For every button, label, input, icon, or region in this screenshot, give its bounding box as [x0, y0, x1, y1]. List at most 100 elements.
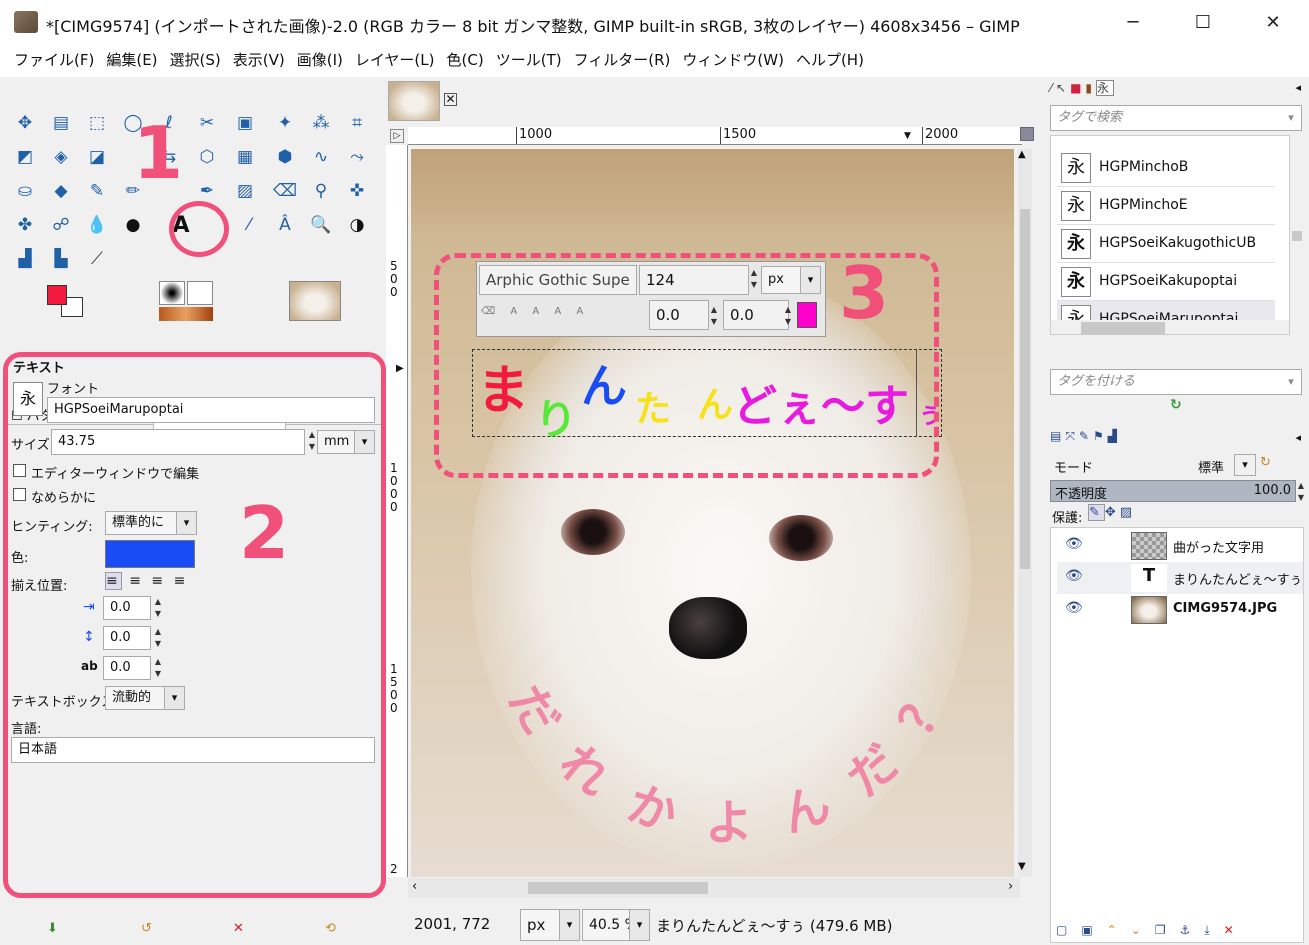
visibility-eye-icon[interactable]: 👁 — [1065, 536, 1083, 552]
save-preset-icon[interactable]: ⬇ — [47, 921, 58, 936]
layer-row[interactable]: 👁 CIMG9574.JPG — [1057, 594, 1303, 626]
reset-options-icon[interactable]: ⟲ — [325, 921, 336, 936]
gradient-tab-icon[interactable]: ▮ — [1085, 81, 1096, 95]
raise-layer-icon[interactable]: ⌃ — [1107, 923, 1131, 937]
layers-dock-tabs[interactable]: ▤⤧✎⚑▟ — [1050, 429, 1121, 444]
menu-file[interactable]: ファイル(F) — [8, 44, 100, 77]
font-list-hscrollbar[interactable] — [1051, 320, 1289, 334]
font-row[interactable]: 永 HGPMinchoB — [1057, 149, 1275, 187]
path-icon[interactable]: ⤳ — [343, 143, 371, 171]
restore-preset-icon[interactable]: ↺ — [141, 921, 152, 936]
3d-transform-icon[interactable]: ⬡ — [193, 143, 221, 171]
fonts-tab-icon[interactable]: 永 — [1096, 80, 1115, 96]
refresh-fonts-icon[interactable]: ↻ — [1170, 397, 1182, 413]
zoom-select[interactable]: 40.5 % ▾ — [582, 909, 650, 941]
heal-icon[interactable]: ▨ — [231, 177, 259, 205]
bucket-fill-icon[interactable]: ⛀ — [11, 177, 39, 205]
vertical-scroll-thumb[interactable] — [1020, 209, 1030, 569]
horizontal-scroll-thumb[interactable] — [528, 882, 708, 894]
zoom-icon[interactable]: 🔍 — [307, 211, 335, 239]
font-row[interactable]: 永 HGPMinchoE — [1057, 187, 1275, 225]
crop-icon[interactable]: ⌗ — [343, 109, 371, 137]
lock-buttons[interactable]: ✎✥▨ — [1088, 504, 1136, 521]
font-tag-assign[interactable]: タグを付ける ▾ — [1050, 369, 1302, 395]
menu-image[interactable]: 画像(I) — [291, 44, 349, 77]
new-layer-icon[interactable]: ▢ — [1056, 923, 1081, 937]
font-list-vscroll-thumb[interactable] — [1292, 231, 1302, 241]
minimize-button[interactable]: ─ — [1110, 8, 1156, 38]
new-group-icon[interactable]: ▣ — [1081, 923, 1106, 937]
paintbrush-icon[interactable]: ✎ — [83, 177, 111, 205]
menu-tools[interactable]: ツール(T) — [490, 44, 568, 77]
threshold-icon[interactable]: ◑ — [343, 211, 371, 239]
color-picker-icon[interactable]: ⁄ — [235, 211, 263, 239]
layer-action-buttons[interactable]: ▢▣⌃⌄❐⚓⤓✕ — [1056, 923, 1248, 938]
rect-select-icon[interactable]: ⬚ — [83, 109, 111, 137]
pointer-tab-icon[interactable]: ↖ — [1056, 81, 1070, 95]
mode-dropdown-icon[interactable]: ▾ — [1234, 454, 1256, 476]
scroll-up-icon[interactable]: ▲ — [1018, 149, 1026, 160]
merge-layer-icon[interactable]: ⤓ — [1204, 923, 1223, 937]
foreground-select-icon[interactable]: ▣ — [231, 109, 259, 137]
curves-icon[interactable]: ▙ — [47, 245, 75, 273]
menu-edit[interactable]: 編集(E) — [100, 44, 163, 77]
lower-layer-icon[interactable]: ⌄ — [1131, 923, 1155, 937]
canvas-image[interactable]: だれかよんだ？ まりんたんどぇ〜すぅ Arphic Gothic Supe 12… — [411, 149, 1014, 877]
align-tool-icon[interactable]: ▤ — [47, 109, 75, 137]
layer-row-selected[interactable]: 👁 T まりんたんどぇ〜すぅ — [1057, 562, 1303, 594]
measure-icon[interactable]: Â — [271, 211, 299, 239]
font-row[interactable]: 永 HGPSoeiKakugothicUB — [1057, 225, 1275, 263]
font-row[interactable]: 永 HGPSoeiKakupoptai — [1057, 263, 1275, 301]
dodge-burn-icon[interactable]: ☍ — [47, 211, 75, 239]
layers-tab-icon[interactable]: ▤ — [1050, 429, 1065, 443]
fonts-dock-tabs[interactable]: ⁄↖■▮永 — [1050, 79, 1115, 96]
fonts-panel-menu-icon[interactable]: ◂ — [1295, 81, 1301, 94]
vertical-scrollbar[interactable]: ▲ ▼ — [1018, 149, 1032, 877]
lock-alpha-icon[interactable]: ▨ — [1120, 505, 1136, 520]
eraser-icon[interactable]: ⌫ — [271, 177, 299, 205]
scroll-down-icon[interactable]: ▼ — [1018, 861, 1026, 872]
visibility-eye-icon[interactable]: 👁 — [1065, 568, 1083, 584]
scissors-icon[interactable]: ✂ — [193, 109, 221, 137]
layer-row[interactable]: 👁 曲がった文字用 — [1057, 530, 1303, 562]
status-unit-select[interactable]: px ▾ — [520, 909, 580, 941]
maximize-button[interactable]: ☐ — [1180, 8, 1226, 38]
color-select-icon[interactable]: ⁂ — [307, 109, 335, 137]
scroll-right-icon[interactable]: › — [1008, 879, 1013, 894]
scroll-left-icon[interactable]: ‹ — [412, 879, 417, 894]
rotate-icon[interactable]: ◈ — [47, 143, 75, 171]
menu-help[interactable]: ヘルプ(H) — [790, 44, 870, 77]
anchor-layer-icon[interactable]: ⚓ — [1180, 923, 1205, 937]
fuzzy-select-icon[interactable]: ✦ — [271, 109, 299, 137]
image-thumbnail[interactable] — [289, 281, 341, 321]
menu-filters[interactable]: フィルター(R) — [568, 44, 677, 77]
delete-preset-icon[interactable]: ✕ — [233, 921, 244, 936]
histogram-tab-icon[interactable]: ▟ — [1108, 429, 1121, 443]
gradient-curve-icon[interactable]: ⟋ — [83, 245, 111, 273]
mode-value[interactable]: 標準 — [1198, 457, 1224, 476]
delete-layer-icon[interactable]: ✕ — [1224, 923, 1248, 937]
menu-layer[interactable]: レイヤー(L) — [349, 44, 441, 77]
color-tab-icon[interactable]: ■ — [1070, 81, 1085, 95]
opacity-spinner[interactable]: ▲ ▼ — [1296, 480, 1306, 504]
wave-icon[interactable]: ∿ — [307, 143, 335, 171]
airbrush-icon[interactable]: ✜ — [343, 177, 371, 205]
image-tab-thumbnail[interactable] — [388, 81, 440, 121]
gradient-preview[interactable] — [159, 307, 213, 321]
visibility-eye-icon[interactable]: 👁 — [1065, 600, 1083, 616]
lock-pixels-icon[interactable]: ✎ — [1088, 504, 1105, 521]
mypaint-brush-icon[interactable]: ● — [119, 211, 147, 239]
lock-position-icon[interactable]: ✥ — [1105, 505, 1120, 520]
channels-tab-icon[interactable]: ⤧ — [1065, 429, 1079, 443]
blur-icon[interactable]: 💧 — [83, 211, 111, 239]
levels-icon[interactable]: ▟ — [11, 245, 39, 273]
mode-switch-icon[interactable]: ↻ — [1260, 455, 1271, 470]
duplicate-layer-icon[interactable]: ❐ — [1155, 923, 1180, 937]
quick-mask-menu-icon[interactable]: ▷ — [390, 129, 404, 143]
unified-transform-icon[interactable]: ◩ — [11, 143, 39, 171]
clone-icon[interactable]: ⚲ — [307, 177, 335, 205]
scale-icon[interactable]: ◪ — [83, 143, 111, 171]
close-image-tab-icon[interactable]: ✕ — [444, 93, 457, 106]
brush-preview[interactable] — [159, 281, 185, 305]
font-tag-search[interactable]: タグで検索 ▾ — [1050, 105, 1302, 131]
